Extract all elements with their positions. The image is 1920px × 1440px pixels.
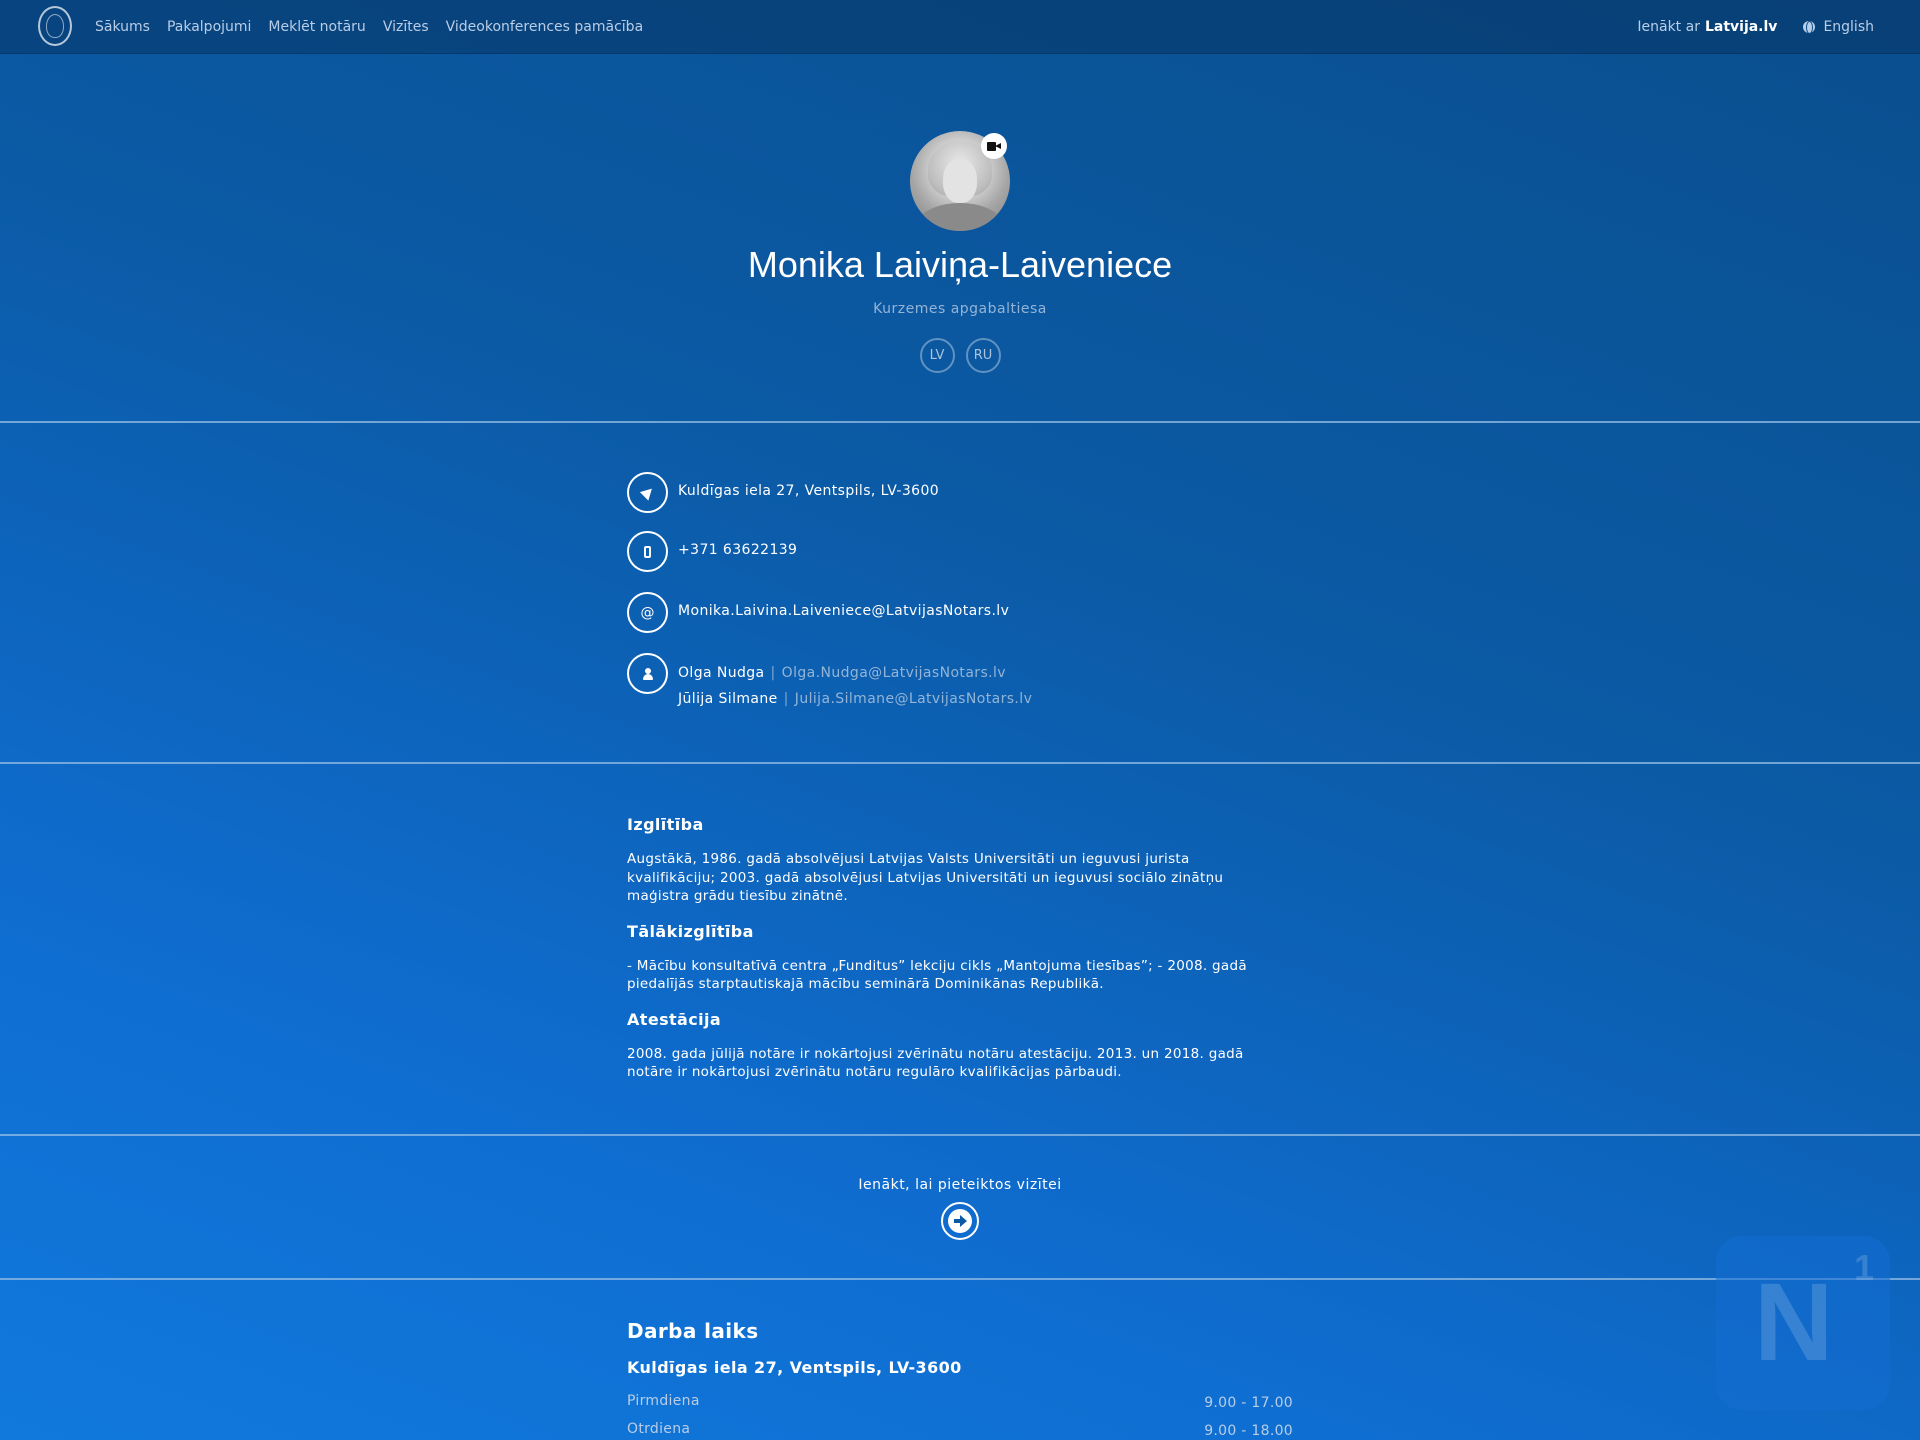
nav-link-services[interactable]: Pakalpojumi	[167, 19, 251, 35]
email-link[interactable]: Monika.Laivina.Laiveniece@LatvijasNotars…	[678, 592, 1009, 619]
login-latvija-link[interactable]: Ienākt ar Latvija.lv	[1637, 19, 1777, 35]
video-camera-icon	[987, 141, 1001, 151]
attestation-text: 2008. gada jūlijā notāre ir nokārtojusi …	[627, 1045, 1244, 1081]
language-label: English	[1823, 19, 1874, 35]
at-sign-icon: @	[627, 592, 668, 633]
hours-time: 9.00 - 17.00	[1204, 1395, 1293, 1411]
language-switch[interactable]: English	[1803, 19, 1874, 35]
contact-assistants: Olga Nudga | Olga.Nudga@LatvijasNotars.lv …	[627, 653, 1032, 717]
education-heading: Izglītība	[627, 815, 704, 834]
assistant-list: Olga Nudga | Olga.Nudga@LatvijasNotars.lv …	[678, 653, 1032, 717]
login-prefix: Ienākt ar	[1637, 19, 1700, 35]
nav-link-visits[interactable]: Vizītes	[383, 19, 429, 35]
phone-text[interactable]: +371 63622139	[678, 531, 797, 558]
separator: |	[770, 665, 776, 681]
assistant-item: Olga Nudga | Olga.Nudga@LatvijasNotars.lv	[678, 665, 1032, 691]
latvija-lv-logo: Latvija.lv	[1704, 19, 1778, 35]
n1-watermark-logo: N 1	[1716, 1236, 1890, 1410]
contact-email: @ Monika.Laivina.Laiveniece@LatvijasNota…	[627, 592, 1009, 633]
further-education-text: - Mācību konsultatīvā centra „Funditus” …	[627, 957, 1247, 993]
location-arrow-icon	[627, 472, 668, 513]
nav-link-find-notary[interactable]: Meklēt notāru	[268, 19, 365, 35]
hours-day: Pirmdiena	[627, 1393, 700, 1409]
education-text: Augstākā, 1986. gadā absolvējusi Latvija…	[627, 851, 1224, 904]
language-badge-ru: RU	[965, 338, 1001, 373]
language-badges: LV RU	[0, 338, 1920, 373]
further-education-heading: Tālākizglītība	[627, 921, 754, 941]
arrow-right-icon	[948, 1209, 972, 1233]
nav-link-video-guide[interactable]: Videokonferences pamācība	[446, 19, 644, 35]
video-consultation-badge	[981, 133, 1007, 159]
about-section: Izglītība Augstākā, 1986. gadā absolvēju…	[627, 815, 1267, 1098]
user-icon	[627, 653, 668, 694]
main-nav: Sākums Pakalpojumi Meklēt notāru Vizītes…	[95, 0, 660, 54]
contact-address: Kuldīgas iela 27, Ventspils, LV-3600	[627, 472, 939, 513]
mobile-phone-icon	[627, 531, 668, 572]
language-badge-lv: LV	[919, 338, 955, 373]
contact-phone: +371 63622139	[627, 531, 797, 572]
assistant-item: Jūlija Silmane | Julija.Silmane@LatvijasNo…	[678, 691, 1032, 717]
working-hours-title: Darba laiks	[627, 1319, 759, 1343]
assistant-email-link[interactable]: Julija.Silmane@LatvijasNotars.lv	[795, 691, 1032, 707]
top-navbar: Sākums Pakalpojumi Meklēt notāru Vizītes…	[0, 0, 1920, 54]
globe-icon	[1803, 21, 1816, 34]
watermark-letter: N	[1754, 1261, 1834, 1384]
assistant-email-link[interactable]: Olga.Nudga@LatvijasNotars.lv	[782, 665, 1006, 681]
section-divider	[0, 1278, 1920, 1280]
section-divider	[0, 1134, 1920, 1136]
separator: |	[783, 691, 789, 707]
working-hours-address: Kuldīgas iela 27, Ventspils, LV-3600	[627, 1358, 962, 1377]
assistant-name: Jūlija Silmane	[678, 691, 778, 707]
notary-name: Monika Laiviņa-Laiveniece	[747, 244, 1173, 285]
assistant-name: Olga Nudga	[678, 665, 765, 681]
address-text: Kuldīgas iela 27, Ventspils, LV-3600	[678, 483, 940, 499]
hours-time: 9.00 - 18.00	[1204, 1423, 1293, 1439]
emblem-icon[interactable]	[38, 6, 72, 46]
section-divider	[0, 762, 1920, 764]
nav-right: Ienākt ar Latvija.lv English	[1637, 0, 1874, 54]
nav-link-home[interactable]: Sākums	[95, 19, 150, 35]
hours-day: Otrdiena	[627, 1421, 691, 1437]
attestation-heading: Atestācija	[627, 1009, 722, 1029]
watermark-number: 1	[1854, 1247, 1875, 1288]
section-divider	[0, 421, 1920, 423]
court-name: Kurzemes apgabaltiesa	[873, 301, 1047, 317]
login-to-book-text: Ienākt, lai pieteiktos vizītei	[858, 1177, 1062, 1193]
book-visit-button[interactable]	[941, 1202, 979, 1240]
